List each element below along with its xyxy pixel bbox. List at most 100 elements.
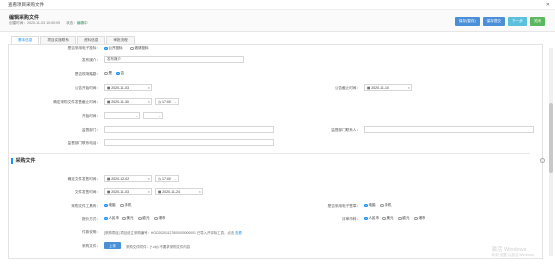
clear-icon: ✕ [147, 85, 150, 90]
radio-dot [398, 216, 402, 221]
notice-end-label: 公告截止时间： [334, 86, 360, 90]
electronic-bid-radio-2[interactable]: 邀请投标 [130, 46, 149, 51]
chevron-down-icon: ⌄ [174, 176, 177, 181]
supervisor-dept-label: 监督部门： [82, 128, 100, 132]
review-currency-hkd[interactable]: 港币 [414, 216, 426, 221]
supervisor-contact-label: 监督部门联系人： [331, 128, 360, 132]
payment-note-label: 付款说明： [82, 230, 100, 234]
windows-activation-watermark: 激活 Windows 转到“设置”以激活 Windows。 [491, 247, 537, 257]
section-divider [10, 153, 530, 154]
start-time-select[interactable]: ⌄ [104, 112, 140, 119]
radio-dot [104, 216, 108, 221]
clear-icon: ✕ [147, 189, 150, 194]
start-time-label: 开始时间： [82, 114, 100, 118]
header-meta: 创建时间：2020-11-03 10:00:09 状态：编辑中 [9, 21, 88, 26]
chevron-down-icon: ⌄ [135, 113, 138, 118]
sale-deadline-label: 确定采购文件发售截止时间： [53, 100, 100, 104]
page-title: 编辑采购文件 [9, 15, 40, 21]
e-seal-computer[interactable]: 电脑 [364, 203, 376, 208]
radio-dot [120, 203, 124, 208]
confirm-sale-date[interactable]: ▦ 2020-12-02 ✕ [104, 175, 152, 182]
clear-icon: ✕ [198, 189, 201, 194]
section-bar [11, 157, 13, 164]
upload-button[interactable]: 上传 [104, 242, 121, 249]
supervisor-contact-input[interactable] [364, 126, 534, 133]
notice-start-date[interactable]: ▦ 2020-11-03 ✕ [104, 84, 152, 91]
site-survey-no[interactable]: 否 [116, 71, 124, 76]
supervisor-dept-input[interactable] [104, 126, 274, 133]
site-survey-label: 是否现场踏勘： [74, 72, 100, 76]
clear-icon: ✕ [407, 85, 410, 90]
sale-deadline-date[interactable]: ▦ 2020-11-30 ✕ [104, 98, 152, 105]
status-badge: 编辑中 [76, 21, 88, 25]
supervisor-phone-label: 监督部门联系电话： [67, 141, 100, 145]
review-currency-label: 评审币种： [342, 217, 360, 221]
sale-period-from[interactable]: ▦ 2020-11-03 ✕ [104, 188, 152, 195]
site-survey-yes[interactable]: 是 [104, 71, 112, 76]
page-header: 编辑采购文件 创建时间：2020-11-03 10:00:09 状态：编辑中 保… [0, 10, 555, 32]
publish-media-label: 发布媒介： [82, 58, 100, 62]
start-time-hour-select[interactable]: ⌄ [143, 112, 163, 119]
created-value: 2020-11-03 10:00:09 [26, 21, 61, 25]
chevron-down-icon: ⌄ [174, 99, 177, 104]
doc-tool-label: 采购文件工具有： [71, 204, 100, 208]
supervisor-phone-input[interactable] [104, 139, 274, 146]
e-seal-phone[interactable]: 手机 [380, 203, 392, 208]
clear-icon: ✕ [147, 176, 150, 181]
save-draft-button[interactable]: 保存(暂存) [454, 17, 480, 26]
notice-end-date[interactable]: ▦ 2020-11-10 ✕ [364, 84, 412, 91]
review-currency-usd[interactable]: 美元 [382, 216, 394, 221]
tab-materials[interactable]: 资料信息 [76, 36, 106, 44]
review-currency-rmb[interactable]: 人民币 [364, 216, 379, 221]
radio-dot [414, 216, 418, 221]
notice-start-label: 公告开始时间： [74, 86, 100, 90]
quote-currency-eur[interactable]: 欧元 [138, 216, 150, 221]
payment-note-text: [采购项目] 项目设立采购编号：HGD20201127800000000001 … [104, 231, 242, 235]
quote-currency-hkd[interactable]: 港币 [154, 216, 166, 221]
tab-bar: 基本信息 项目实施联系 资料信息 审批流程 [11, 36, 136, 44]
e-seal-label: 是否采用电子签章： [327, 204, 360, 208]
section-title-procurement: 采购文件 [11, 157, 36, 164]
radio-dot [130, 46, 134, 51]
radio-dot [138, 216, 142, 221]
tab-contacts[interactable]: 项目实施联系 [40, 36, 76, 44]
review-currency-eur[interactable]: 欧元 [398, 216, 410, 221]
next-step-button[interactable]: 下一步 [508, 17, 527, 26]
status-label: 状态： [66, 21, 77, 25]
electronic-bid-radio-1[interactable]: 公开投标 [104, 46, 123, 51]
quote-currency-rmb[interactable]: 人民币 [104, 216, 119, 221]
sale-period-to[interactable]: ▦ 2020-11-24 ✕ [155, 188, 203, 195]
procurement-file-label: 采购文件： [82, 244, 100, 248]
radio-dot [382, 216, 386, 221]
tab-basic-info[interactable]: 基本信息 [11, 36, 40, 44]
sale-period-label: 文件发售时间： [74, 190, 100, 194]
radio-dot [380, 203, 384, 208]
upload-note: 采购文件附件：(*.zip) 不要求采购文件内容 [126, 245, 191, 249]
doc-tool-phone[interactable]: 手机 [120, 203, 132, 208]
chevron-down-icon: ⌄ [158, 113, 161, 118]
created-label: 创建时间： [9, 21, 27, 25]
tab-approval[interactable]: 审批流程 [106, 36, 135, 44]
quote-currency-usd[interactable]: 美元 [122, 216, 134, 221]
window-titlebar: 查看项目采购文件 ✕ [0, 0, 555, 10]
close-icon[interactable]: ✕ [546, 2, 550, 8]
quote-currency-label: 报价方式： [82, 217, 100, 221]
clear-icon: ✕ [147, 99, 150, 104]
save-submit-button[interactable]: 保存提交 [482, 17, 506, 26]
view-link[interactable]: 查看 [235, 231, 242, 235]
scrollbar[interactable] [549, 48, 553, 256]
sale-deadline-time[interactable]: ◷ 17:00 ⌄ [155, 98, 179, 105]
confirm-sale-time-label: 确定文件发售时间： [67, 177, 100, 181]
radio-dot [364, 203, 368, 208]
close-button[interactable]: 关闭 [529, 17, 545, 26]
electronic-bid-label: 是否采用电子投标： [67, 46, 100, 50]
radio-dot [104, 71, 108, 76]
collapse-icon[interactable] [540, 158, 545, 163]
confirm-sale-time[interactable]: ◷ 17:00 ⌄ [155, 175, 179, 182]
radio-dot [154, 216, 158, 221]
doc-tool-computer[interactable]: 电脑 [104, 203, 116, 208]
radio-dot [116, 71, 120, 76]
scrollbar-thumb[interactable] [549, 103, 553, 173]
radio-dot [104, 46, 108, 51]
publish-media-input[interactable]: 发布媒介 [104, 56, 244, 63]
